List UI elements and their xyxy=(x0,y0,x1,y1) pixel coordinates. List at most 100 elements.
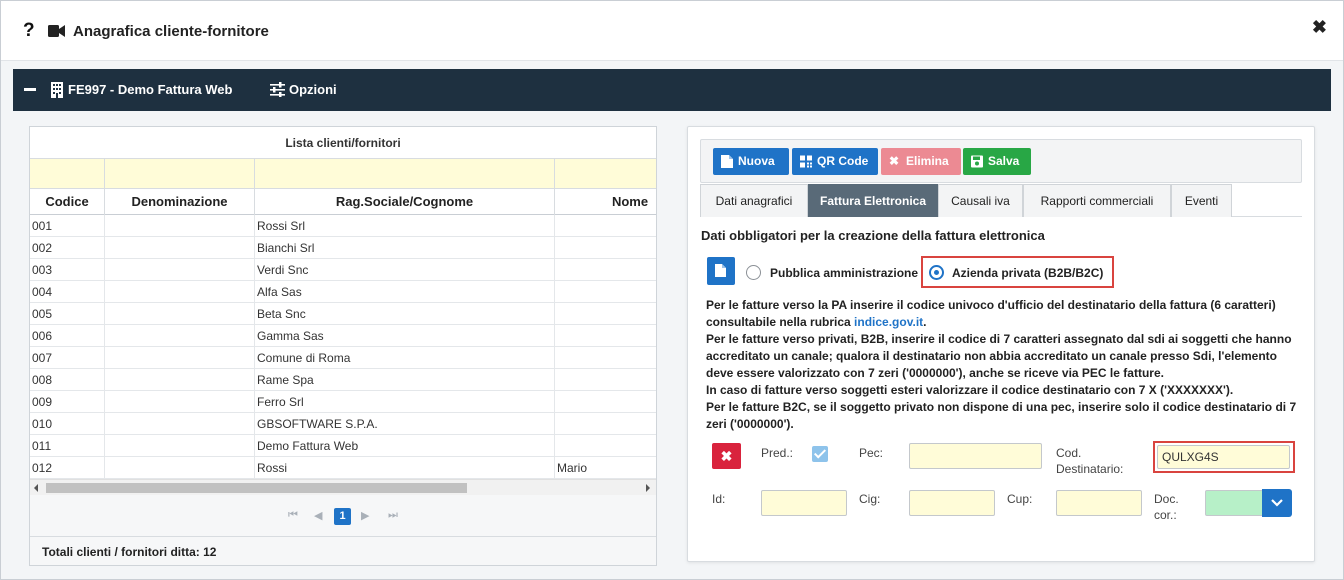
pager: ⏮ ◀ 1 ▶ ⏭ xyxy=(30,495,656,537)
prev-page-icon[interactable]: ◀ xyxy=(314,509,322,522)
table-row[interactable]: 012 Rossi Mario xyxy=(30,457,656,479)
collapse-icon[interactable] xyxy=(24,88,36,91)
delete-button[interactable]: ✖ Elimina xyxy=(881,148,961,175)
scroll-right-icon[interactable] xyxy=(646,484,650,492)
sliders-icon[interactable] xyxy=(270,82,285,97)
table-row[interactable]: 001 Rossi Srl xyxy=(30,215,656,237)
info-line: Per le fatture verso privati, B2B, inser… xyxy=(706,332,1292,346)
id-input[interactable] xyxy=(761,490,847,516)
clients-grid: Lista clienti/fornitori Codice Denominaz… xyxy=(29,126,657,566)
grid-totals: Totali clienti / fornitori ditta: 12 xyxy=(30,537,656,565)
table-row[interactable]: 009 Ferro Srl xyxy=(30,391,656,413)
remove-row-button[interactable]: ✖ xyxy=(712,443,741,469)
tab-causali-iva[interactable]: Causali iva xyxy=(938,184,1023,217)
radio-private-label[interactable]: Azienda privata (B2B/B2C) xyxy=(952,266,1103,280)
tab-rapporti-commerciali[interactable]: Rapporti commerciali xyxy=(1023,184,1171,217)
cell-nome xyxy=(555,259,656,281)
col-header-codice[interactable]: Codice xyxy=(30,189,105,215)
info-line: zeri ('0000000'). xyxy=(706,417,794,431)
table-row[interactable]: 006 Gamma Sas xyxy=(30,325,656,347)
table-row[interactable]: 008 Rame Spa xyxy=(30,369,656,391)
file-icon xyxy=(715,264,726,277)
close-icon[interactable]: ✖ xyxy=(1312,17,1327,38)
tab-fattura-elettronica[interactable]: Fattura Elettronica xyxy=(808,184,938,217)
indice-gov-link[interactable]: indice.gov.it xyxy=(854,315,923,329)
filter-nome[interactable] xyxy=(555,159,656,189)
new-button[interactable]: Nuova xyxy=(713,148,789,175)
window-title: Anagrafica cliente-fornitore xyxy=(73,23,269,40)
cell-codice: 012 xyxy=(30,457,105,479)
cup-input[interactable] xyxy=(1056,490,1142,516)
qr-code-icon xyxy=(800,155,812,168)
delete-button-label: Elimina xyxy=(906,154,949,168)
col-header-ragsociale[interactable]: Rag.Sociale/Cognome xyxy=(255,189,555,215)
cell-ragsociale: GBSOFTWARE S.P.A. xyxy=(255,413,555,435)
scrollbar-thumb[interactable] xyxy=(46,483,467,493)
radio-azienda-privata[interactable] xyxy=(929,265,944,280)
cell-codice: 008 xyxy=(30,369,105,391)
floppy-disk-icon xyxy=(971,155,983,168)
cig-input[interactable] xyxy=(909,490,995,516)
cell-nome xyxy=(555,215,656,237)
radio-pa-label[interactable]: Pubblica amministrazione xyxy=(770,266,918,280)
table-row[interactable]: 002 Bianchi Srl xyxy=(30,237,656,259)
next-page-icon[interactable]: ▶ xyxy=(361,509,369,522)
tab-eventi[interactable]: Eventi xyxy=(1171,184,1232,217)
table-row[interactable]: 004 Alfa Sas xyxy=(30,281,656,303)
company-name[interactable]: FE997 - Demo Fattura Web xyxy=(68,82,232,97)
cell-codice: 005 xyxy=(30,303,105,325)
horizontal-scrollbar[interactable] xyxy=(30,479,656,495)
grid-filter-row xyxy=(30,159,656,189)
cell-nome xyxy=(555,281,656,303)
cell-ragsociale: Comune di Roma xyxy=(255,347,555,369)
col-header-denominazione[interactable]: Denominazione xyxy=(105,189,255,215)
video-camera-icon[interactable] xyxy=(48,25,65,37)
cell-nome xyxy=(555,325,656,347)
cod-dest-label-2: Destinatario: xyxy=(1056,462,1124,476)
table-row[interactable]: 010 GBSOFTWARE S.P.A. xyxy=(30,413,656,435)
new-button-label: Nuova xyxy=(738,154,775,168)
cell-denominazione xyxy=(105,237,255,259)
tab-dati-anagrafici[interactable]: Dati anagrafici xyxy=(700,184,808,217)
doc-cor-dropdown-button[interactable] xyxy=(1262,489,1292,517)
info-line: In caso di fatture verso soggetti esteri… xyxy=(706,383,1234,397)
pec-input[interactable] xyxy=(909,443,1042,469)
filter-ragsociale[interactable] xyxy=(255,159,555,189)
toolbar: Nuova QR Code ✖ Elimina Salva xyxy=(700,139,1302,183)
cod-dest-label-1: Cod. xyxy=(1056,446,1082,460)
cell-nome xyxy=(555,413,656,435)
last-page-icon[interactable]: ⏭ xyxy=(388,509,398,522)
table-row[interactable]: 007 Comune di Roma xyxy=(30,347,656,369)
cell-ragsociale: Demo Fattura Web xyxy=(255,435,555,457)
info-text: Per le fatture verso la PA inserire il c… xyxy=(706,297,1306,433)
table-row[interactable]: 003 Verdi Snc xyxy=(30,259,656,281)
filter-codice[interactable] xyxy=(30,159,105,189)
id-label: Id: xyxy=(712,492,726,506)
help-icon[interactable]: ? xyxy=(23,20,35,42)
info-line: consultabile nella rubrica indice.gov.it… xyxy=(706,314,1306,331)
options-menu[interactable]: Opzioni xyxy=(289,82,337,97)
scroll-left-icon[interactable] xyxy=(34,484,38,492)
cell-denominazione xyxy=(105,347,255,369)
doc-cor-select[interactable] xyxy=(1205,490,1263,516)
cell-nome xyxy=(555,391,656,413)
table-row[interactable]: 005 Beta Snc xyxy=(30,303,656,325)
document-button[interactable] xyxy=(707,257,735,285)
cell-nome xyxy=(555,369,656,391)
save-button[interactable]: Salva xyxy=(963,148,1031,175)
radio-pubblica-amministrazione[interactable] xyxy=(746,265,761,280)
cell-denominazione xyxy=(105,457,255,479)
cup-label: Cup: xyxy=(1007,492,1033,506)
col-header-nome[interactable]: Nome xyxy=(555,189,656,215)
section-title: Dati obbligatori per la creazione della … xyxy=(701,228,1045,243)
cell-nome xyxy=(555,303,656,325)
first-page-icon[interactable]: ⏮ xyxy=(288,509,298,522)
current-page[interactable]: 1 xyxy=(334,508,351,525)
qr-code-button[interactable]: QR Code xyxy=(792,148,878,175)
filter-denominazione[interactable] xyxy=(105,159,255,189)
table-row[interactable]: 011 Demo Fattura Web xyxy=(30,435,656,457)
cod-destinatario-input[interactable] xyxy=(1157,445,1290,469)
cell-denominazione xyxy=(105,303,255,325)
pred-checkbox[interactable] xyxy=(812,446,828,462)
cell-codice: 009 xyxy=(30,391,105,413)
